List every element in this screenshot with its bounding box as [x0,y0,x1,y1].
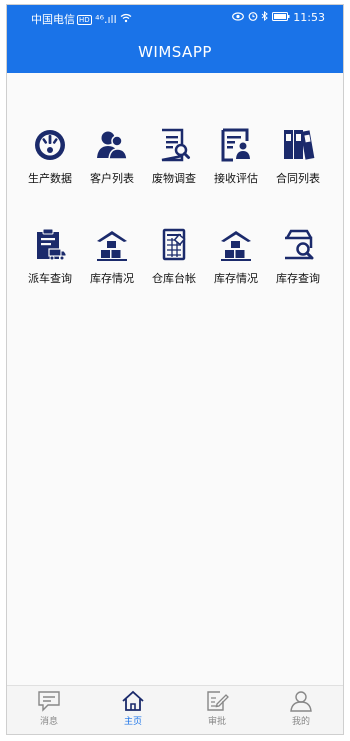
main-content: 生产数据 客户列表 废物调查 接收评估 合同列表 派车查询 库存情况 仓库台帐 … [7,73,343,685]
truck-clipboard-icon [37,228,67,261]
clock-time: 11:53 [293,11,325,24]
grid-item-label: 库存情况 [90,272,134,285]
page-title: WIMSAPP [138,43,212,61]
tab-label: 我的 [291,717,310,727]
grid-item-inventory-status[interactable]: 库存情况 [81,228,143,318]
grid-item-label: 废物调查 [152,172,196,185]
grid-item-contract-list[interactable]: 合同列表 [267,128,329,218]
user-icon [290,691,312,712]
warehouse-icon [97,231,127,261]
tab-approval[interactable]: 审批 [187,690,247,727]
status-bar: 中国电信 HD ⁴⁶.ıll 11:53 [7,5,343,29]
grid-item-label: 库存情况 [214,272,258,285]
grid-item-label: 合同列表 [276,172,320,185]
bluetooth-icon [261,10,269,24]
grid-item-label: 生产数据 [28,172,72,185]
grid-item-inventory-query[interactable]: 库存查询 [267,228,329,318]
warehouse-icon [221,231,251,261]
tab-home[interactable]: 主页 [103,690,163,727]
grid-item-label: 客户列表 [90,172,134,185]
ledger-icon [162,228,186,261]
tab-label: 审批 [207,717,226,727]
stock-search-icon [285,229,314,260]
grid-item-customer-list[interactable]: 客户列表 [81,128,143,218]
alarm-icon [248,11,258,24]
grid-item-label: 库存查询 [276,272,320,285]
grid-item-inventory-status-2[interactable]: 库存情况 [205,228,267,318]
bottom-tab-bar: 消息 主页 审批 我的 [7,685,343,734]
battery-icon [271,11,290,24]
tab-messages[interactable]: 消息 [19,690,79,727]
status-left: 中国电信 HD ⁴⁶.ıll [31,11,132,27]
id-card-icon [221,128,250,162]
eye-icon [232,11,245,24]
tab-label: 消息 [39,717,58,727]
tab-label: 主页 [123,717,142,727]
signal-icon: ⁴⁶.ıll [95,13,117,26]
app-frame: 中国电信 HD ⁴⁶.ıll 11:53 WIMSAPP 生产数据 客户列表 废… [6,4,344,735]
message-icon [38,691,60,712]
status-right: 11:53 [232,10,325,24]
grid-item-label: 仓库台帐 [152,272,196,285]
grid-item-receive-evaluation[interactable]: 接收评估 [205,128,267,218]
app-header: 中国电信 HD ⁴⁶.ıll 11:53 WIMSAPP [7,5,343,73]
carrier-label: 中国电信 [31,13,75,26]
document-search-icon [161,128,190,162]
edit-icon [207,691,229,711]
grid-item-label: 接收评估 [214,172,258,185]
grid-item-warehouse-ledger[interactable]: 仓库台帐 [143,228,205,318]
users-icon [97,131,128,160]
grid-item-waste-survey[interactable]: 废物调查 [143,128,205,218]
wifi-icon [120,13,132,26]
tab-me[interactable]: 我的 [271,690,331,727]
gauge-icon [35,130,65,160]
grid-item-label: 派车查询 [28,272,72,285]
home-icon [122,690,144,711]
hd-badge: HD [77,15,92,25]
grid-item-production-data[interactable]: 生产数据 [19,128,81,218]
binders-icon [284,130,315,160]
grid-item-dispatch-query[interactable]: 派车查询 [19,228,81,318]
